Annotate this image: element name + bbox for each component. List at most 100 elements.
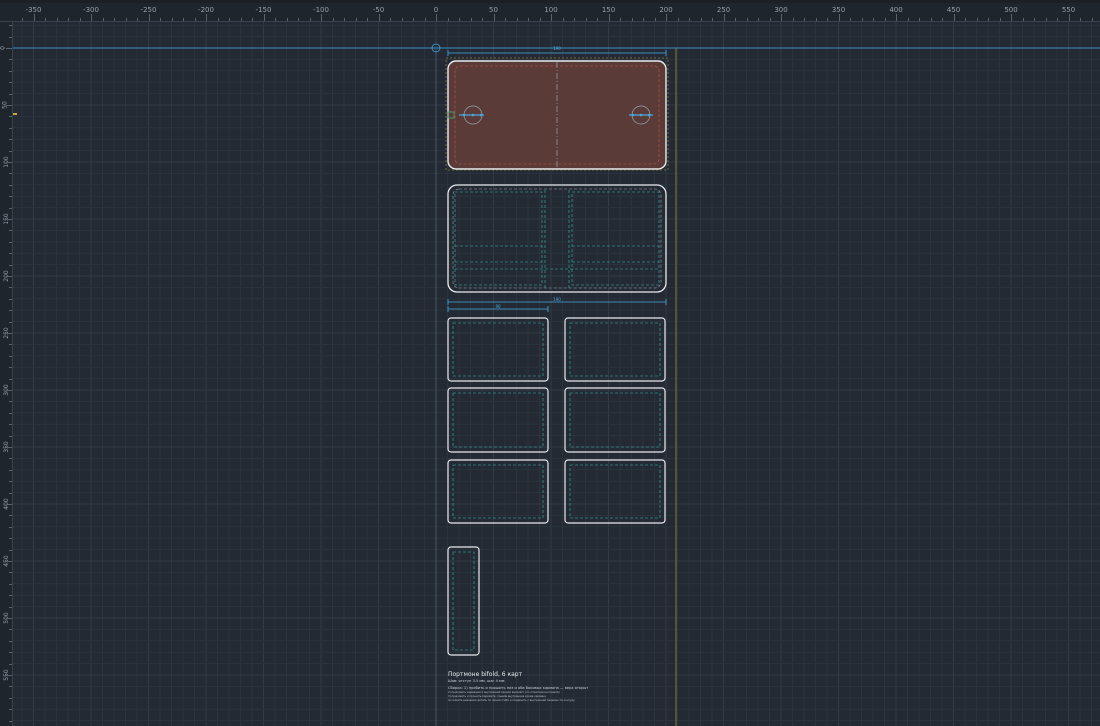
dimension-top-label: 190 xyxy=(553,46,561,51)
ruler-x-label: 400 xyxy=(889,6,903,14)
part-card-slot-2[interactable] xyxy=(564,317,666,382)
ruler-x-label: -200 xyxy=(198,6,214,14)
ruler-x-tick xyxy=(194,18,196,21)
part-card-slot-3[interactable] xyxy=(447,387,549,453)
vertical-ruler[interactable]: 050100150200250300350400450500550 xyxy=(0,22,13,726)
ruler-y-tick xyxy=(9,230,12,232)
ruler-y-tick xyxy=(9,127,12,129)
ruler-y-tick xyxy=(9,82,12,84)
ruler-x-label: -300 xyxy=(83,6,99,14)
ruler-y-tick xyxy=(9,93,12,95)
ruler-y-tick xyxy=(9,241,12,243)
ruler-x-tick xyxy=(160,18,161,21)
ruler-y-tick xyxy=(6,504,12,505)
ruler-x-tick xyxy=(344,18,345,21)
ruler-x-tick xyxy=(769,18,771,21)
drawing-canvas[interactable]: 190 190 90 xyxy=(13,22,1100,726)
ruler-x-tick xyxy=(309,18,311,21)
ruler-x-tick xyxy=(516,18,518,21)
ruler-y-tick xyxy=(6,48,12,49)
ruler-x-tick xyxy=(125,18,127,21)
ruler-x-label: 50 xyxy=(489,6,498,14)
ruler-x-label: 0 xyxy=(433,6,439,14)
ruler-x-tick xyxy=(999,18,1001,21)
ruler-y-tick xyxy=(9,367,12,369)
ruler-x-tick xyxy=(33,14,35,21)
ruler-x-label: 250 xyxy=(716,6,731,14)
ruler-x-tick xyxy=(815,18,817,21)
ruler-x-tick xyxy=(1034,18,1035,21)
ruler-y-tick xyxy=(9,629,12,631)
ruler-x-tick xyxy=(654,18,656,21)
ruler-y-tick xyxy=(9,412,12,414)
part-outer-shell[interactable] xyxy=(13,57,669,171)
ruler-x-tick xyxy=(792,18,794,21)
ruler-x-tick xyxy=(229,18,230,21)
ruler-x-label: 450 xyxy=(946,6,961,14)
ruler-x-tick xyxy=(608,14,610,21)
ruler-x-tick xyxy=(585,18,587,21)
dimension-middle[interactable]: 190 xyxy=(447,297,667,305)
ruler-x-tick xyxy=(91,14,92,21)
ruler-x-tick xyxy=(1057,18,1058,21)
ruler-y-tick xyxy=(9,298,12,300)
dimension-small[interactable]: 90 xyxy=(447,304,549,312)
ruler-x-tick xyxy=(355,18,357,21)
notes-line-1: Шов: отступ 3.5 мм, шаг 4 мм xyxy=(448,679,505,683)
ruler-x-tick xyxy=(907,18,909,21)
ruler-y-tick xyxy=(9,538,12,540)
ruler-x-tick xyxy=(746,18,748,21)
ruler-x-tick xyxy=(79,18,81,21)
ruler-y-tick xyxy=(9,264,12,266)
ruler-y-tick xyxy=(9,652,12,654)
ruler-x-tick xyxy=(873,18,874,21)
ruler-y-tick xyxy=(6,675,12,676)
part-card-slot-1[interactable] xyxy=(447,317,549,382)
ruler-y-tick xyxy=(9,481,12,483)
horizontal-ruler[interactable]: -350 -300 -250 -200 -150 -100 -50 0 50 100 150 200 2… xyxy=(0,3,1100,22)
ruler-y-tick xyxy=(9,663,12,665)
ruler-x-tick xyxy=(436,14,437,21)
ruler-y-tick xyxy=(9,173,12,175)
ruler-y-tick xyxy=(9,287,12,289)
ruler-x-tick xyxy=(206,14,207,21)
ruler-x-tick xyxy=(930,18,932,21)
ruler-y-tick xyxy=(9,378,12,380)
ruler-x-tick xyxy=(447,18,449,21)
ruler-x-tick xyxy=(137,18,138,21)
ruler-x-tick xyxy=(574,18,575,21)
cad-drawing[interactable]: 190 190 90 xyxy=(13,22,1100,726)
ruler-x-label: 500 xyxy=(1004,6,1018,14)
ruler-x-tick xyxy=(723,14,725,21)
ruler-x-tick xyxy=(263,14,265,21)
ruler-y-tick xyxy=(9,526,12,528)
ruler-x-tick xyxy=(321,14,322,21)
ruler-x-tick xyxy=(1068,14,1070,21)
ruler-x-label: -50 xyxy=(372,6,385,14)
ruler-x-tick xyxy=(378,14,380,21)
ruler-y-tick xyxy=(9,492,12,494)
ruler-x-tick xyxy=(493,14,495,21)
ruler-y-tick xyxy=(9,70,12,72)
ruler-x-tick xyxy=(838,14,840,21)
ruler-x-tick xyxy=(827,18,828,21)
part-strap[interactable] xyxy=(447,546,480,656)
part-card-slot-4[interactable] xyxy=(564,387,666,453)
ruler-x-tick xyxy=(114,18,115,21)
ruler-x-tick xyxy=(677,18,679,21)
ruler-x-tick xyxy=(919,18,920,21)
ruler-y-tick xyxy=(9,697,12,699)
ruler-y-tick xyxy=(9,59,12,61)
ruler-x-tick xyxy=(539,18,541,21)
ruler-x-tick xyxy=(252,18,253,21)
ruler-x-tick xyxy=(183,18,184,21)
ruler-x-tick xyxy=(1045,18,1047,21)
ruler-x-label: -250 xyxy=(140,6,157,14)
ruler-x-tick xyxy=(1091,18,1093,21)
ruler-y-tick xyxy=(9,116,12,118)
ruler-x-label: -150 xyxy=(255,6,272,14)
notes-title: Портмоне bifold, 6 карт xyxy=(448,671,523,678)
ruler-x-tick xyxy=(22,18,23,21)
ruler-x-tick xyxy=(631,18,633,21)
ruler-x-tick xyxy=(700,18,702,21)
